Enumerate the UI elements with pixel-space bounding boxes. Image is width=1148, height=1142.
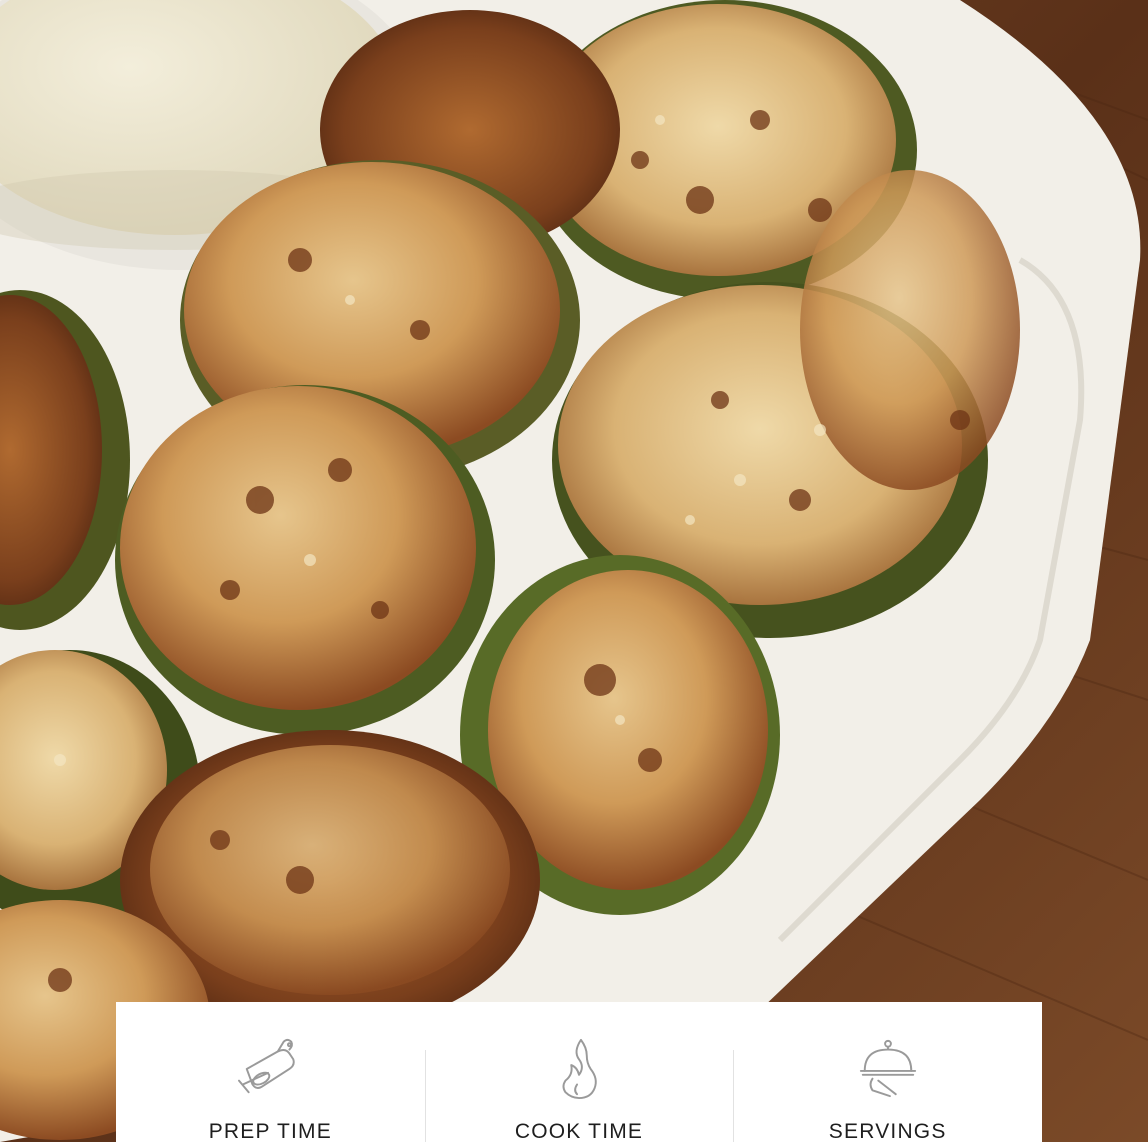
cook-time-section: COOK TIME: [424, 1002, 734, 1142]
prep-time-section: PREP TIME: [116, 1002, 425, 1142]
servings-label: SERVINGS: [828, 1120, 947, 1142]
recipe-page: PREP TIME COOK TIME SERVINGS: [0, 0, 1148, 1142]
cook-time-label: COOK TIME: [514, 1120, 644, 1142]
servings-section: SERVINGS: [733, 1002, 1042, 1142]
recipe-info-card: PREP TIME COOK TIME SERVINGS: [116, 1002, 1042, 1142]
cutting-board-icon: [238, 1038, 296, 1094]
prep-time-label: PREP TIME: [208, 1120, 332, 1142]
fried-pickles-hero-image: [0, 0, 1148, 1142]
serving-cloche-icon: [859, 1039, 916, 1098]
flame-icon: [562, 1038, 597, 1100]
